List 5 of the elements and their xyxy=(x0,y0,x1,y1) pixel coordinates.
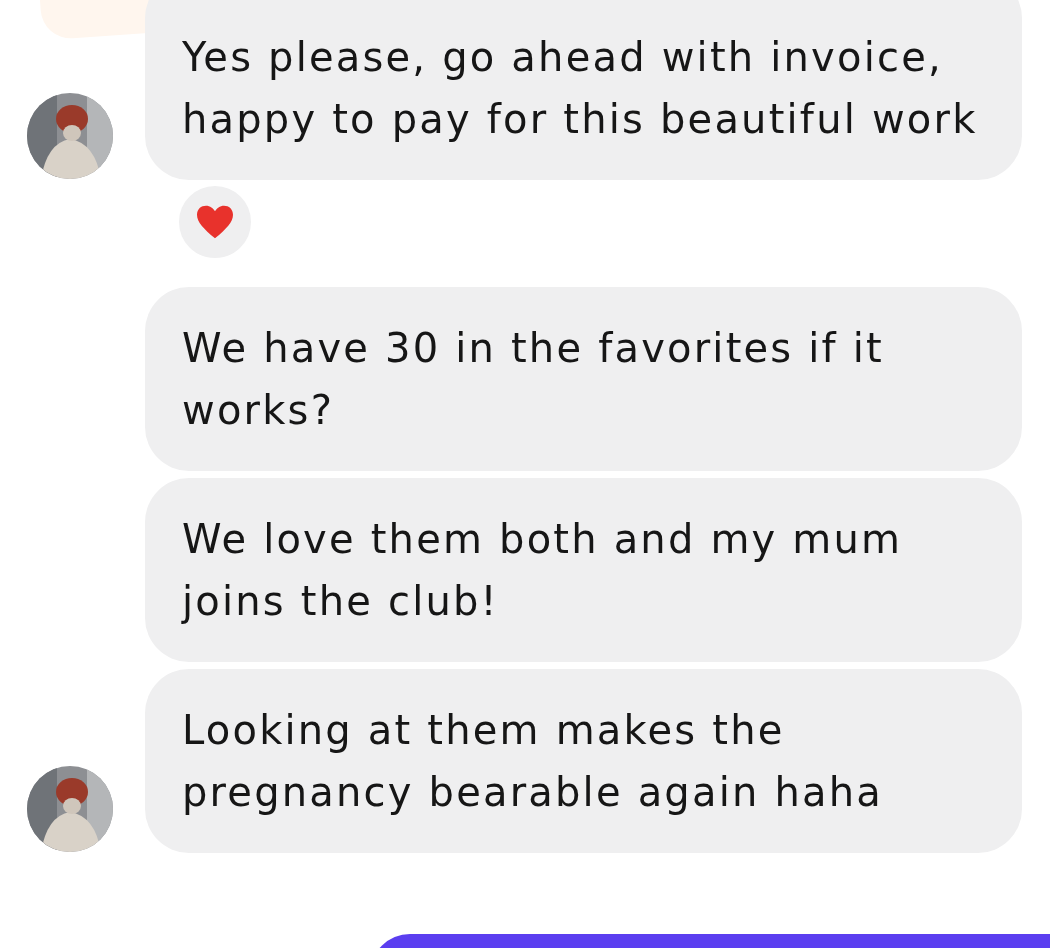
message-text: Looking at them makes the pregnancy bearable again haha xyxy=(182,706,884,817)
heart-icon xyxy=(195,204,235,240)
message-text: We have 30 in the favorites if it works? xyxy=(182,324,885,435)
message-text: Yes please, go ahead with invoice, happy to pay for this beautiful work xyxy=(182,33,979,144)
message-text: We love them both and my mum joins the club! xyxy=(182,515,904,626)
